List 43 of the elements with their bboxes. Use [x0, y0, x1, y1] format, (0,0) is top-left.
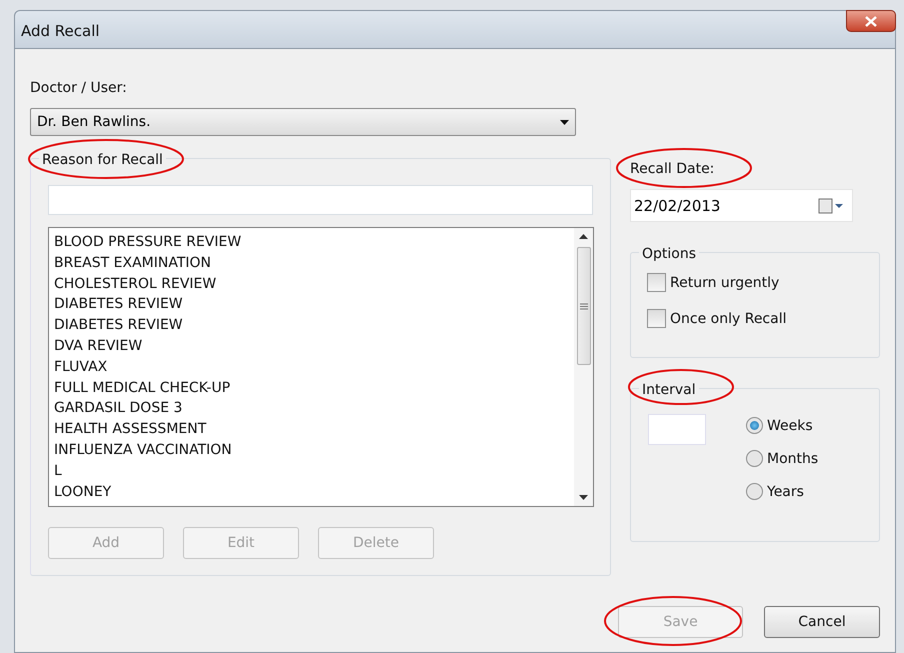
list-item[interactable]: DIABETES REVIEW — [54, 294, 569, 316]
list-item[interactable]: DVA REVIEW — [54, 336, 569, 357]
list-item[interactable]: BLOOD PRESSURE REVIEW — [54, 232, 569, 253]
scrollbar[interactable] — [574, 228, 593, 506]
dialog-button[interactable]: Cancel — [764, 606, 880, 638]
close-icon — [865, 16, 877, 26]
checkbox-label: Once only Recall — [670, 310, 786, 326]
checkbox-label: Return urgently — [670, 274, 780, 290]
doctor-label: Doctor / User: — [30, 80, 127, 96]
list-item[interactable]: BREAST EXAMINATION — [54, 252, 569, 274]
recall-date-label: Recall Date: — [630, 161, 714, 177]
caret-icon — [560, 120, 569, 124]
close-button[interactable] — [846, 10, 896, 32]
calendar-icon — [818, 198, 844, 214]
window-title: Add Recall — [21, 22, 100, 40]
list-item[interactable]: DIABETES REVIEW — [54, 315, 569, 336]
interval-label: Interval — [642, 382, 696, 398]
radio-label: Weeks — [767, 418, 813, 434]
interval-input[interactable] — [648, 414, 706, 445]
list-item[interactable]: FLUVAX — [54, 356, 569, 378]
options-label: Options — [642, 246, 696, 262]
list-item[interactable]: CHOLESTEROL REVIEW — [54, 274, 569, 294]
list-item[interactable]: GARDASIL DOSE 3 — [54, 398, 569, 420]
reason-input[interactable] — [48, 185, 593, 215]
reason-list[interactable]: BLOOD PRESSURE REVIEW BREAST EXAMINATION CHOLESTEROL REVIEW DIABETES REVIEW DIABETES REVIEW DVA REVIEW FLUVAX FULL MEDICAL CHECK-UP GARDASIL DOSE 3 HEALTH ASSESSMENT INFLUENZA VACCINATION L LOONEY — [48, 227, 594, 507]
grip-icon — [580, 302, 588, 310]
radio-label: Years — [767, 484, 804, 500]
list-item[interactable]: LOONEY — [54, 482, 569, 502]
list-item[interactable]: INFLUENZA VACCINATION — [54, 440, 569, 461]
list-item[interactable]: FULL MEDICAL CHECK-UP — [54, 378, 569, 398]
scroll-up-icon[interactable] — [579, 234, 588, 239]
scroll-down-icon[interactable] — [579, 495, 588, 500]
radio-button[interactable] — [746, 450, 763, 467]
reason-label: Reason for Recall — [42, 152, 163, 168]
list-item[interactable]: L — [54, 460, 569, 482]
checkbox[interactable] — [647, 273, 666, 292]
radio-button[interactable] — [746, 417, 763, 434]
list-item[interactable]: HEALTH ASSESSMENT — [54, 419, 569, 440]
checkbox[interactable] — [647, 309, 666, 328]
date-picker[interactable]: 22/02/2013 — [630, 189, 853, 222]
radio-button[interactable] — [746, 483, 763, 500]
doctor-dropdown[interactable]: Dr. Ben Rawlins. — [30, 108, 576, 136]
radio-label: Months — [767, 450, 818, 466]
